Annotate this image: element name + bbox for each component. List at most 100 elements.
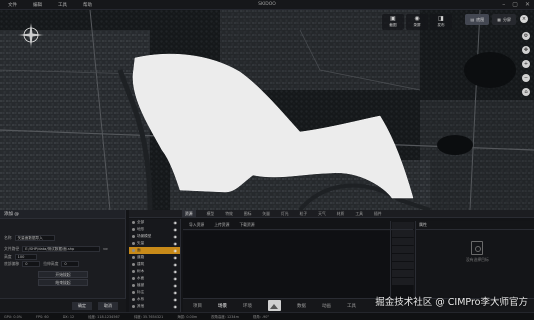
mode-data[interactable]: 数据 (297, 303, 306, 309)
visibility-icon[interactable]: ◉ (174, 297, 178, 302)
offset-field[interactable]: 0 (22, 261, 41, 267)
folder-item[interactable] (392, 270, 414, 277)
zoom-out-icon[interactable]: − (522, 74, 530, 82)
tab-effects[interactable]: 特效 (225, 211, 233, 217)
compass-icon[interactable] (18, 22, 44, 48)
folder-item[interactable] (392, 246, 414, 253)
home-view-icon[interactable]: ⌂ (522, 88, 530, 96)
tab-materials[interactable]: 材质 (337, 211, 345, 217)
folder-item[interactable] (392, 238, 414, 245)
extrude-field[interactable]: 0 (61, 261, 80, 267)
layer-item-selected[interactable]: 面 ◉ (129, 247, 180, 254)
split-screen-label: 分屏 (503, 16, 511, 22)
visibility-icon[interactable]: ◉ (174, 276, 178, 281)
record-button[interactable]: ◉ 录屏 (406, 14, 428, 30)
layer-item[interactable]: 其他 ◉ (129, 303, 180, 310)
map-close-icon[interactable]: × (520, 15, 528, 23)
status-longitude: 经度: 118.1234567 (88, 315, 120, 319)
file-label: 文件路径 (4, 246, 20, 251)
layer-item[interactable]: 植被 ◉ (129, 282, 180, 289)
start-extrude-button[interactable]: 开始拔起 (38, 271, 88, 278)
layer-item[interactable]: 建筑 ◉ (129, 261, 180, 268)
tab-plugins[interactable]: 插件 (374, 211, 382, 217)
visibility-icon[interactable]: ◉ (174, 283, 178, 288)
app-title: SKIDOO (258, 2, 276, 7)
tab-tools[interactable]: 工具 (355, 211, 363, 217)
mode-tools[interactable]: 工具 (347, 303, 356, 309)
layer-label: 道路 (137, 255, 145, 259)
height-field[interactable]: 100 (14, 254, 37, 260)
layer-label: 矢量 (137, 241, 145, 245)
map-viewport[interactable]: ▣ 截图 ◉ 录屏 ◨ 发布 ▤ 底图 ▦ 分屏 × ⚙ ✥ + − ⌂ (0, 10, 534, 210)
visibility-icon[interactable]: ◉ (174, 255, 178, 260)
close-window-icon[interactable]: ✕ (525, 1, 530, 8)
zoom-in-icon[interactable]: + (522, 60, 530, 68)
mode-project[interactable]: 项目 (193, 303, 202, 309)
visibility-icon[interactable]: ◉ (174, 220, 178, 225)
menu-help[interactable]: 帮助 (83, 2, 92, 8)
mode-environment[interactable]: 环境 (243, 303, 252, 309)
visibility-icon[interactable]: ◉ (174, 304, 178, 309)
screenshot-button[interactable]: ▣ 截图 (382, 14, 404, 30)
upload-resource-button[interactable]: 上传资源 (214, 222, 229, 228)
file-row: 文件路径 E:/SHP/data/测试数据/面.shp ▭ (4, 246, 107, 252)
menu-edit[interactable]: 编辑 (33, 2, 42, 8)
mode-scene[interactable]: 场景 (218, 303, 227, 309)
cancel-button[interactable]: 取消 (98, 302, 118, 310)
tab-particles[interactable]: 粒子 (300, 211, 308, 217)
settings-icon[interactable]: ⚙ (522, 32, 530, 40)
layer-item[interactable]: 水面 ◉ (129, 275, 180, 282)
name-field[interactable]: 矢量面数据导入 (14, 235, 55, 241)
tab-vectors[interactable]: 矢量 (262, 211, 270, 217)
layer-dot-icon (132, 277, 135, 280)
folder-icon[interactable]: ▭ (103, 247, 107, 252)
visibility-icon[interactable]: ◉ (174, 269, 178, 274)
visibility-icon[interactable]: ◉ (174, 227, 178, 232)
visibility-icon[interactable]: ◉ (174, 248, 178, 253)
layer-dot-icon (132, 270, 135, 273)
menu-file[interactable]: 文件 (8, 2, 17, 8)
satellite-terrain (0, 10, 534, 210)
layer-item[interactable]: 道路 ◉ (129, 254, 180, 261)
tab-icons[interactable]: 图标 (244, 211, 252, 217)
folder-item[interactable] (392, 262, 414, 269)
split-screen-button[interactable]: ▦ 分屏 (492, 14, 516, 25)
tab-lights[interactable]: 灯光 (281, 211, 289, 217)
visibility-icon[interactable]: ◉ (174, 290, 178, 295)
mode-animation[interactable]: 动画 (322, 303, 331, 309)
folder-item[interactable] (392, 278, 414, 285)
view-toggle-group: ▤ 底图 ▦ 分屏 (465, 14, 516, 25)
extrude-label: 拉伸高度 (43, 261, 59, 266)
layer-item[interactable]: 水系 ◉ (129, 296, 180, 303)
layer-item[interactable]: 场景模型 ◉ (129, 233, 180, 240)
visibility-icon[interactable]: ◉ (174, 241, 178, 246)
layer-item[interactable]: 矢量 ◉ (129, 240, 180, 247)
tab-resources[interactable]: 资源 (182, 209, 196, 218)
layer-item[interactable]: 树木 ◉ (129, 268, 180, 275)
confirm-button[interactable]: 确定 (72, 302, 92, 310)
file-path-field[interactable]: E:/SHP/data/测试数据/面.shp (22, 246, 101, 252)
navigation-icon[interactable]: ✥ (522, 46, 530, 54)
layer-item[interactable]: 标注 ◉ (129, 289, 180, 296)
end-extrude-button[interactable]: 结束拔起 (38, 279, 88, 286)
window-controls: – ▢ ✕ (502, 1, 530, 8)
image-mode-icon[interactable] (268, 300, 281, 311)
visibility-icon[interactable]: ◉ (174, 234, 178, 239)
tab-weather[interactable]: 天气 (318, 211, 326, 217)
offset-row: 底部偏移 0 拉伸高度 0 (4, 261, 80, 267)
folder-item[interactable] (392, 222, 414, 229)
folder-item[interactable] (392, 254, 414, 261)
visibility-icon[interactable]: ◉ (174, 262, 178, 267)
maximize-icon[interactable]: ▢ (512, 1, 518, 8)
minimize-icon[interactable]: – (502, 1, 505, 8)
download-resource-button[interactable]: 下载资源 (239, 222, 254, 228)
import-resource-button[interactable]: 导入资源 (189, 222, 204, 228)
folder-item[interactable] (392, 230, 414, 237)
layer-dot-icon (132, 263, 135, 266)
tab-models[interactable]: 模型 (207, 211, 215, 217)
layer-item[interactable]: 地形 ◉ (129, 226, 180, 233)
layer-item[interactable]: 全部 ◉ (129, 219, 180, 226)
basemap-button[interactable]: ▤ 底图 (465, 14, 490, 25)
menu-tools[interactable]: 工具 (58, 2, 67, 8)
publish-button[interactable]: ◨ 发布 (430, 14, 452, 30)
